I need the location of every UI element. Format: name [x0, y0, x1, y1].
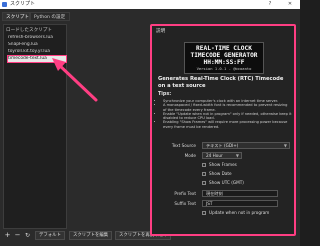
- help-icon[interactable]: ?: [264, 0, 276, 9]
- reload-icon[interactable]: ↻: [23, 231, 32, 240]
- checkbox-box[interactable]: [202, 211, 206, 215]
- mode-value: 24 Hour: [206, 153, 223, 158]
- chevron-down-icon: ▼: [283, 143, 287, 148]
- script-item[interactable]: SnapFeng.lua: [8, 42, 66, 48]
- script-item-selected[interactable]: timecode-text.lua: [7, 55, 67, 63]
- text-source-value: テキスト (GDI+): [206, 143, 239, 148]
- mode-dropdown[interactable]: 24 Hour ▼: [202, 152, 242, 159]
- tip-item: Enabling "Show Frames" will require more…: [163, 120, 292, 129]
- title-bar: スクリプト ? ✕: [0, 0, 300, 9]
- tips-list: Synchronize your computer's clock with a…: [158, 99, 292, 129]
- loaded-scripts-header: ロードしたスクリプト: [6, 28, 52, 33]
- close-icon[interactable]: ✕: [284, 0, 296, 9]
- description-title: Generates Real-Time Clock (RTC) Timecode…: [158, 76, 284, 89]
- tab-python-settings[interactable]: Python の設定: [30, 12, 70, 21]
- show-frames-checkbox[interactable]: Show Frames: [202, 162, 237, 168]
- checkbox-box[interactable]: [202, 172, 206, 176]
- settings-header: 説明: [156, 29, 166, 34]
- remove-script-icon[interactable]: −: [13, 231, 22, 240]
- scripts-window: スクリプト ? ✕ スクリプト Python の設定 ロードしたスクリプト re…: [0, 0, 300, 246]
- timecode-banner: REAL-TIME CLOCK TIMECODE GENERATOR HH:MM…: [184, 42, 264, 74]
- text-source-label: Text Source: [171, 143, 196, 148]
- show-frames-label: Show Frames: [209, 162, 237, 167]
- show-utc-checkbox[interactable]: Show UTC (GMT): [202, 180, 244, 186]
- tip-item: A monospaced / fixed-width font is recom…: [163, 103, 292, 112]
- add-script-icon[interactable]: +: [3, 231, 12, 240]
- prefix-text-label: Prefix Text: [174, 191, 196, 196]
- window-title: スクリプト: [10, 1, 36, 7]
- loaded-scripts-panel: ロードしたスクリプト refresh-browsers.lua SnapFeng…: [3, 24, 67, 229]
- suffix-text-label: Suffix Text: [174, 201, 196, 206]
- banner-version: Version 1.0.1 - @bcoanto: [196, 66, 252, 71]
- banner-line-3: HH:MM:SS:FF: [203, 59, 245, 66]
- defaults-button[interactable]: デフォルト: [35, 231, 65, 240]
- update-when-hidden-label: Update when not in program: [209, 210, 270, 215]
- show-date-checkbox[interactable]: Show Date: [202, 171, 232, 177]
- banner-line-2: TIMECODE GENERATOR: [190, 52, 258, 59]
- prefix-text-field[interactable]: 現在時刻: [202, 190, 278, 197]
- text-source-dropdown[interactable]: テキスト (GDI+) ▼: [202, 142, 290, 149]
- scripts-app-icon: [2, 2, 7, 7]
- show-date-label: Show Date: [209, 171, 232, 176]
- show-utc-label: Show UTC (GMT): [209, 180, 244, 185]
- banner-line-1: REAL-TIME CLOCK: [196, 45, 252, 52]
- script-item[interactable]: refresh-browsers.lua: [8, 35, 66, 41]
- mode-label: Mode: [184, 153, 196, 158]
- script-item[interactable]: toyroll.kit.toy.yr.lua: [8, 49, 66, 55]
- tips-heading: Tips:: [158, 92, 172, 97]
- checkbox-box[interactable]: [202, 181, 206, 185]
- checkbox-box[interactable]: [202, 163, 206, 167]
- edit-script-button[interactable]: スクリプトを編集: [69, 231, 113, 240]
- script-settings-panel: 説明 REAL-TIME CLOCK TIMECODE GENERATOR HH…: [150, 24, 296, 236]
- update-when-hidden-checkbox[interactable]: Update when not in program: [202, 210, 269, 216]
- chevron-down-icon: ▼: [235, 153, 239, 158]
- tab-scripts[interactable]: スクリプト: [2, 12, 30, 21]
- suffix-text-field[interactable]: JST: [202, 200, 278, 207]
- tip-item: Enable "Update when not in program" only…: [163, 112, 292, 121]
